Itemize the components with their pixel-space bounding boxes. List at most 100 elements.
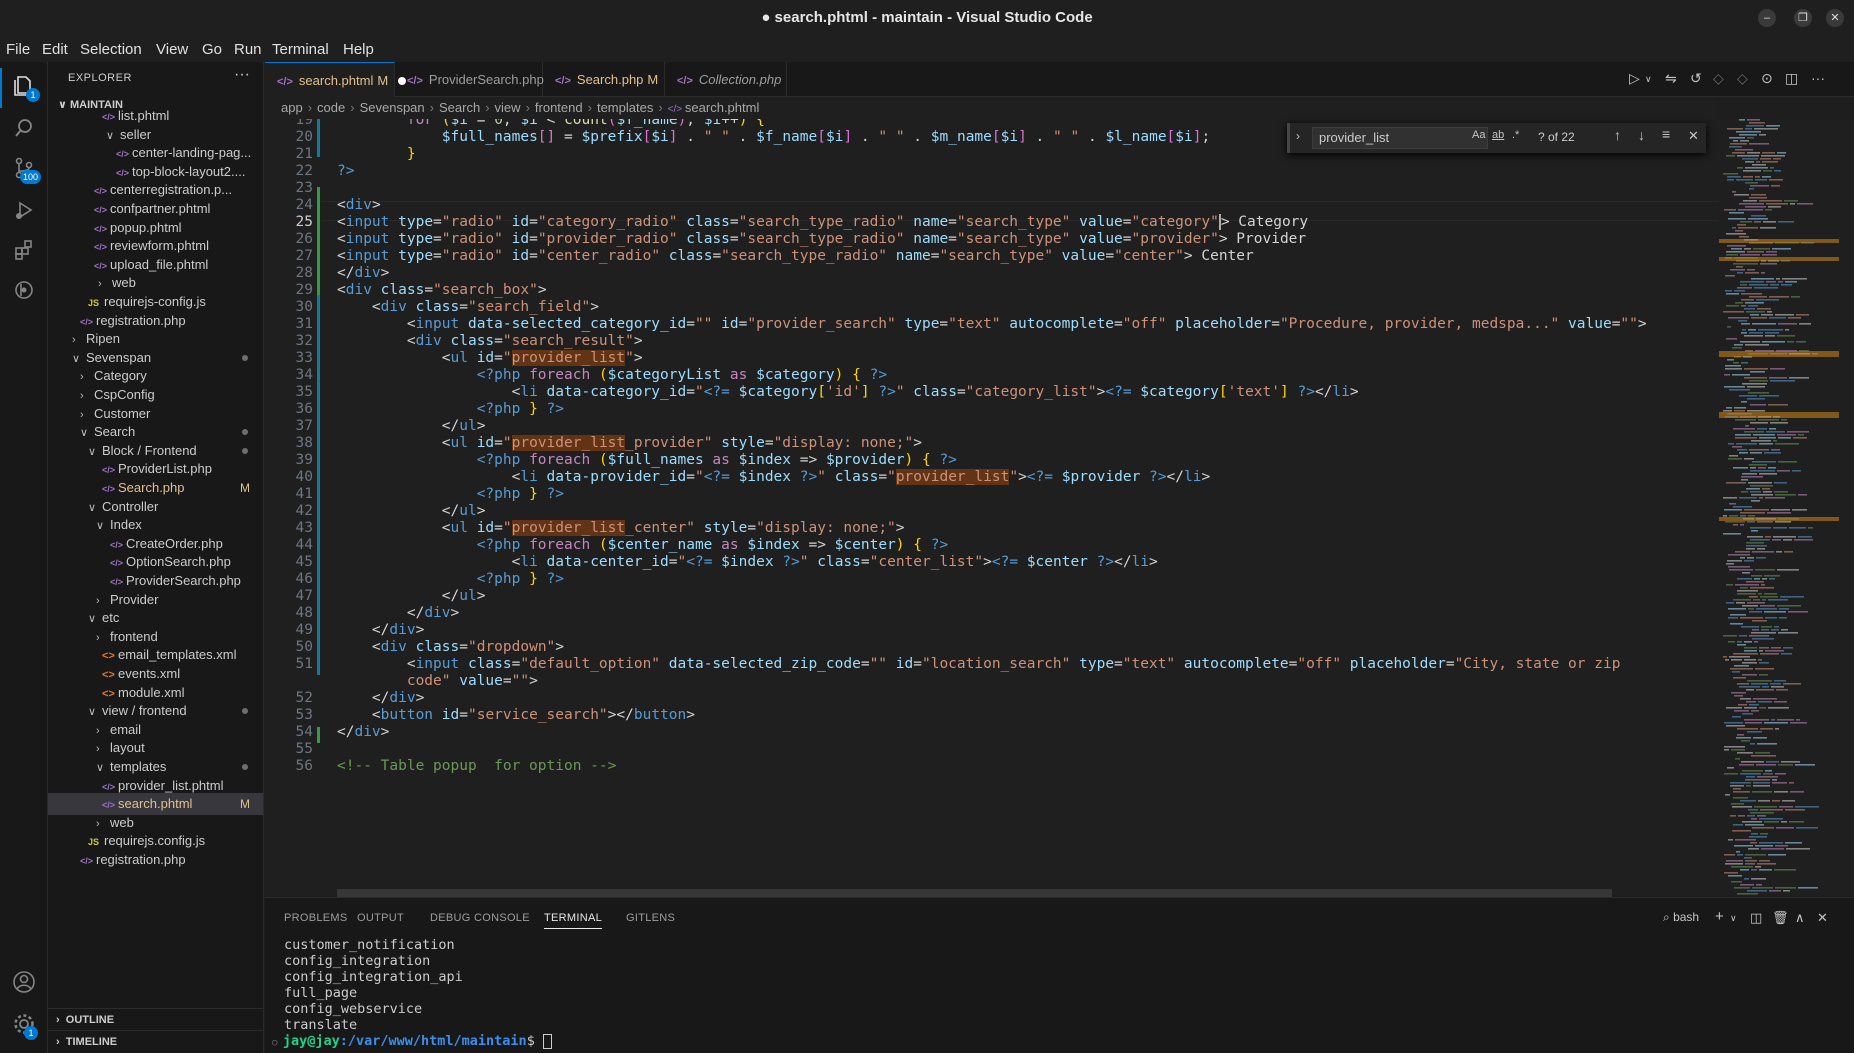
kill-terminal-icon[interactable]: 🗑 — [1772, 910, 1789, 926]
breadcrumb-item[interactable]: frontend — [535, 100, 583, 115]
gitlens-icon[interactable] — [8, 274, 40, 306]
tab-providersearch-php[interactable]: </> ProviderSearch.php — [395, 62, 544, 97]
menu-go[interactable]: Go — [202, 41, 222, 58]
file-item[interactable]: </> registration.php — [48, 849, 263, 871]
terminal-cursor — [542, 1033, 552, 1049]
minimap-line — [1734, 695, 1743, 697]
find-input[interactable]: provider_list — [1312, 127, 1488, 149]
maximize-button[interactable]: ❐ — [1794, 9, 1812, 27]
gitlens-compare-icon[interactable]: ⊙ — [1761, 70, 1773, 87]
code-line: </div> — [337, 724, 390, 740]
close-window-button[interactable]: ✕ — [1826, 9, 1844, 27]
breadcrumb-item[interactable]: search.phtml — [685, 100, 759, 115]
minimap[interactable] — [1719, 119, 1839, 895]
timeline-section[interactable]: › TIMELINE — [48, 1030, 263, 1052]
menu-help[interactable]: Help — [343, 41, 374, 58]
breadcrumb-item[interactable]: code — [317, 100, 345, 115]
new-terminal-icon[interactable]: + — [1715, 908, 1724, 925]
close-panel-icon[interactable]: ✕ — [1817, 910, 1828, 926]
tab-search-php[interactable]: </> Search.php M — [543, 62, 665, 97]
minimap-line — [1736, 131, 1761, 133]
settings-gear-icon[interactable]: 1 — [8, 1008, 40, 1040]
find-in-selection-icon[interactable]: ≡ — [1662, 126, 1670, 142]
tab-debug-console[interactable]: DEBUG CONSOLE — [430, 912, 530, 924]
minimize-button[interactable]: – — [1758, 9, 1776, 27]
minimap-line — [1784, 200, 1798, 202]
minimap-line — [1751, 575, 1762, 577]
explorer-title: EXPLORER — [68, 72, 132, 84]
tab-search-phtml[interactable]: </> search.phtml M — [265, 62, 407, 97]
minimap-line — [1767, 512, 1791, 514]
match-case-toggle[interactable]: Aa — [1472, 129, 1485, 141]
modified-dot-icon — [242, 354, 248, 361]
minimap-line — [1747, 410, 1765, 412]
tab-terminal[interactable]: TERMINAL — [544, 912, 603, 929]
minimap-line — [1732, 227, 1736, 229]
regex-toggle[interactable]: .* — [1512, 129, 1519, 141]
menu-terminal[interactable]: Terminal — [272, 41, 329, 58]
split-editor-icon[interactable]: ◫ — [1785, 70, 1798, 87]
menu-edit[interactable]: Edit — [42, 41, 68, 58]
minimap-line — [1740, 773, 1761, 775]
terminal-dropdown-icon[interactable]: ∨ — [1730, 913, 1737, 924]
maximize-panel-icon[interactable]: ∧ — [1795, 910, 1805, 926]
more-editor-actions-icon[interactable]: ··· — [1811, 70, 1825, 86]
horizontal-scrollbar[interactable] — [337, 889, 1612, 897]
minimap-line — [1729, 389, 1750, 391]
tab-gitlens[interactable]: GITLENS — [626, 912, 675, 924]
menu-file[interactable]: File — [6, 41, 30, 58]
next-match-icon[interactable]: ↓ — [1638, 127, 1645, 143]
minimap-line — [1777, 605, 1801, 607]
code-editor[interactable]: 19 20 21 22 23 24 25 26 27 28 29 30 31 32 33 34 35 36 37 38… — [265, 119, 1719, 895]
menu-run[interactable]: Run — [234, 41, 262, 58]
minimap-line — [1748, 515, 1755, 517]
code-line: </div> — [371, 622, 425, 638]
terminal-prompt[interactable]: ○ jay@jay:/var/www/html/maintain$ — [272, 1033, 552, 1049]
previous-match-icon[interactable]: ↑ — [1614, 127, 1621, 143]
minimap-line — [1733, 788, 1741, 790]
menu-selection[interactable]: Selection — [80, 41, 142, 58]
tab-collection-php[interactable]: </> Collection.php — [665, 62, 787, 97]
run-file-icon[interactable]: ▷ — [1629, 70, 1640, 87]
search-icon[interactable] — [8, 112, 40, 144]
minimap-line — [1787, 341, 1794, 343]
next-change-icon[interactable]: ◇ — [1737, 70, 1748, 87]
split-terminal-icon[interactable]: ◫ — [1750, 910, 1762, 926]
whole-word-toggle[interactable]: ab — [1492, 129, 1504, 141]
minimap-line — [1743, 176, 1753, 178]
breadcrumb-item[interactable]: Sevenspan — [360, 100, 425, 115]
more-actions-button[interactable]: ··· — [234, 66, 250, 84]
breadcrumb-item[interactable]: app — [281, 100, 303, 115]
tab-problems[interactable]: PROBLEMS — [284, 912, 348, 924]
source-control-icon[interactable]: 100 — [8, 152, 42, 184]
breadcrumb-item[interactable]: templates — [597, 100, 653, 115]
run-debug-icon[interactable] — [8, 194, 40, 226]
minimap-line — [1771, 647, 1781, 649]
tab-output[interactable]: OUTPUT — [357, 912, 404, 924]
extensions-icon[interactable] — [8, 234, 40, 266]
minimap-line — [1781, 419, 1787, 421]
code-line: <input type="radio" id="category_radio" … — [337, 214, 1309, 230]
compare-changes-icon[interactable]: ⇋ — [1665, 70, 1677, 87]
breadcrumb-item[interactable]: view — [495, 100, 521, 115]
minimap-line — [1737, 593, 1756, 595]
account-icon[interactable] — [8, 966, 40, 998]
outline-section[interactable]: › OUTLINE — [48, 1008, 263, 1030]
vertical-scrollbar[interactable] — [1839, 119, 1854, 895]
minimap-line — [1747, 251, 1764, 253]
toggle-replace-icon[interactable]: › — [1296, 129, 1300, 143]
open-changes-icon[interactable]: ↺ — [1690, 70, 1702, 87]
menu-view[interactable]: View — [156, 41, 188, 58]
previous-change-icon[interactable]: ◇ — [1713, 70, 1724, 87]
minimap-line — [1741, 323, 1750, 325]
explorer-icon[interactable]: 1 — [8, 70, 40, 102]
minimap-line — [1751, 500, 1760, 502]
terminal-shell-selector[interactable]: ⌕ bash — [1663, 910, 1699, 925]
minimap-line — [1768, 707, 1789, 709]
minimap-line — [1783, 683, 1801, 685]
minimap-line — [1745, 854, 1766, 856]
close-find-icon[interactable]: ✕ — [1688, 128, 1699, 144]
breadcrumb-item[interactable]: Search — [439, 100, 480, 115]
run-dropdown-icon[interactable]: ∨ — [1645, 74, 1652, 85]
code-line: code" value=""> — [406, 673, 538, 689]
